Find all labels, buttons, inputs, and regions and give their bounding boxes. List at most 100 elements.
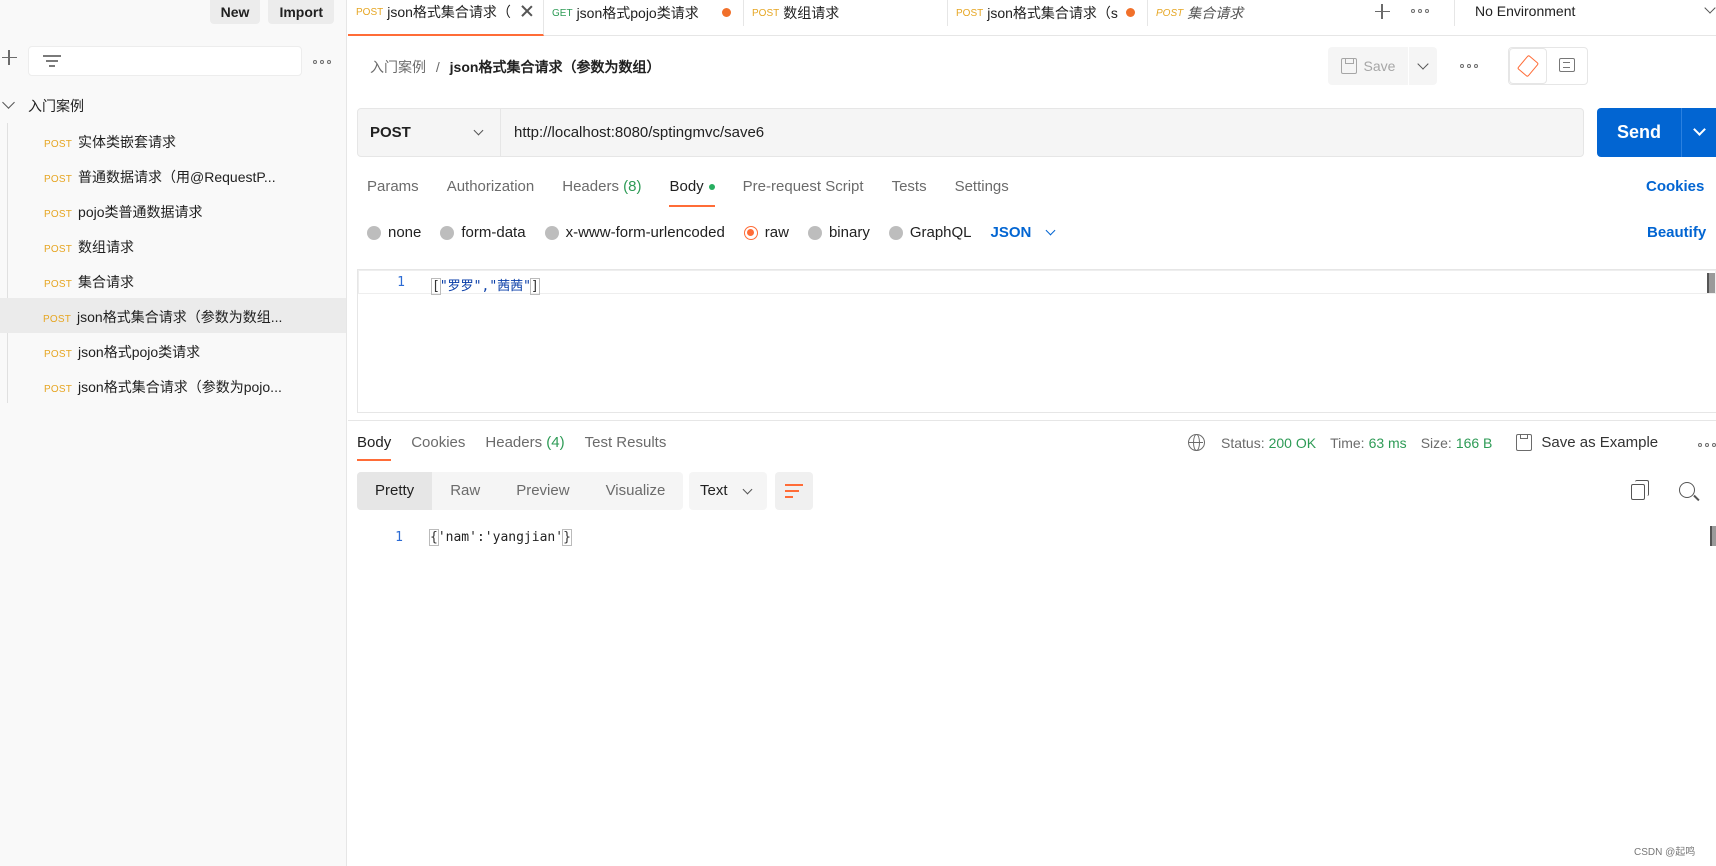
response-more-icon[interactable] [1698, 443, 1716, 447]
tab-settings[interactable]: Settings [955, 178, 1009, 207]
list-item[interactable]: POST 集合请求 [7, 263, 346, 298]
tab-collection-request[interactable]: POST 集合请求 [1148, 0, 1350, 26]
tab-title: json格式集合请求（ [387, 4, 511, 20]
size-value[interactable]: 166 B [1456, 435, 1493, 451]
main-panel: POST json格式集合请求（ GET json格式pojo类请求 POST … [348, 0, 1716, 866]
response-type-select[interactable]: Text [689, 472, 767, 510]
radio-raw[interactable]: raw [743, 224, 789, 241]
line-number: 1 [397, 275, 405, 290]
list-item[interactable]: POST json格式集合请求（参数为pojo... [7, 368, 346, 403]
documentation-icon[interactable] [1559, 58, 1575, 72]
new-button[interactable]: New [209, 0, 261, 24]
response-tab-cookies[interactable]: Cookies [411, 434, 465, 461]
tab-tests[interactable]: Tests [892, 178, 927, 207]
list-item[interactable]: POST 实体类嵌套请求 [7, 123, 346, 158]
body-indicator-dot [708, 184, 715, 191]
radio-urlencoded[interactable]: x-www-form-urlencoded [544, 224, 725, 241]
tab-prerequest-script[interactable]: Pre-request Script [743, 178, 864, 207]
tab-headers[interactable]: Headers (8) [562, 178, 641, 207]
collection-folder[interactable]: 入门案例 [0, 92, 346, 118]
radio-form-data[interactable]: form-data [440, 224, 526, 241]
list-item-active[interactable]: POST json格式集合请求（参数为数组... [0, 298, 346, 333]
editor-scrollbar[interactable] [1707, 273, 1715, 293]
method-select[interactable]: POST [357, 108, 501, 157]
tab-json-collection-active[interactable]: POST json格式集合请求（ [348, 0, 544, 36]
format-raw[interactable]: Raw [432, 472, 498, 510]
add-collection-icon[interactable] [2, 50, 17, 65]
beautify-link[interactable]: Beautify [1647, 224, 1706, 241]
radio-label: raw [764, 224, 789, 241]
list-item[interactable]: POST pojo类普通数据请求 [7, 193, 346, 228]
environment-label: No Environment [1475, 3, 1576, 19]
format-pretty[interactable]: Pretty [357, 472, 433, 510]
tab-method: POST [1156, 7, 1184, 19]
globe-icon[interactable] [1188, 434, 1205, 451]
edit-mode-button[interactable] [1509, 48, 1547, 84]
tab-json-collection-2[interactable]: POST json格式集合请求（s [948, 0, 1148, 26]
tab-body[interactable]: Body [669, 178, 715, 207]
response-scrollbar[interactable] [1710, 526, 1716, 546]
format-preview[interactable]: Preview [498, 472, 587, 510]
cookies-link[interactable]: Cookies [1646, 178, 1704, 195]
breadcrumb-parent[interactable]: 入门案例 [370, 59, 426, 75]
copy-icon[interactable] [1631, 480, 1649, 500]
url-input[interactable]: http://localhost:8080/sptingmvc/save6 [501, 108, 1584, 157]
tab-array-request[interactable]: POST 数组请求 [744, 0, 948, 26]
format-visualize[interactable]: Visualize [588, 472, 684, 510]
tab-headers-label: Headers [562, 178, 619, 195]
chevron-down-icon [742, 484, 753, 495]
close-icon[interactable] [521, 5, 533, 17]
response-text: 'nam':'yangjian' [437, 530, 564, 545]
request-body-editor[interactable]: 1 ["罗罗","茜茜"] [357, 269, 1716, 413]
sidebar-more-icon[interactable] [313, 60, 331, 64]
filter-icon [43, 55, 61, 69]
tab-title: 集合请求 [1187, 5, 1244, 21]
response-tab-test-results[interactable]: Test Results [585, 434, 667, 461]
tab-authorization[interactable]: Authorization [447, 178, 535, 207]
tab-title: json格式集合请求（s [987, 5, 1118, 21]
sidebar-search-input[interactable] [28, 46, 302, 76]
import-button[interactable]: Import [268, 0, 334, 24]
list-item[interactable]: POST json格式pojo类请求 [7, 333, 346, 368]
response-type-value: Text [700, 482, 728, 499]
send-button[interactable]: Send [1597, 108, 1716, 157]
list-item[interactable]: POST 数组请求 [7, 228, 346, 263]
add-tab-icon[interactable] [1375, 4, 1390, 19]
response-tab-headers[interactable]: Headers (4) [485, 434, 564, 461]
tab-body-label: Body [669, 178, 704, 195]
response-meta: Status: 200 OK Time: 63 ms Size: 166 B S… [1188, 434, 1658, 451]
code-line: {'nam':'yangjian'} [429, 529, 572, 546]
search-icon[interactable] [1679, 482, 1695, 498]
radio-binary[interactable]: binary [807, 224, 870, 241]
chevron-down-icon [1704, 2, 1716, 14]
status-value[interactable]: 200 OK [1269, 435, 1316, 451]
send-label: Send [1616, 122, 1661, 142]
request-name: json格式集合请求（参数为pojo... [78, 379, 282, 395]
tab-json-pojo[interactable]: GET json格式pojo类请求 [544, 0, 744, 26]
wrap-lines-button[interactable] [775, 472, 813, 510]
response-tabs: Body Cookies Headers (4) Test Results [357, 434, 686, 461]
save-as-example-button[interactable]: Save as Example [1541, 434, 1658, 451]
tab-params[interactable]: Params [367, 178, 419, 207]
panel-divider[interactable] [348, 420, 1716, 421]
radio-circle [367, 225, 381, 240]
response-tab-body[interactable]: Body [357, 434, 392, 461]
method-badge: POST [44, 384, 73, 395]
tab-method: POST [956, 7, 984, 19]
request-more-icon[interactable] [1460, 64, 1478, 68]
raw-format-select[interactable]: JSON [991, 224, 1056, 241]
tab-title: json格式pojo类请求 [576, 5, 699, 21]
environment-selector[interactable]: No Environment [1454, 0, 1716, 26]
list-item[interactable]: POST 普通数据请求（用@RequestP... [7, 158, 346, 193]
save-button[interactable]: Save [1328, 47, 1408, 85]
time-value[interactable]: 63 ms [1369, 435, 1407, 451]
radio-label: none [388, 224, 422, 241]
send-dropdown-icon[interactable] [1681, 108, 1716, 157]
chevron-down-icon [2, 96, 15, 109]
save-dropdown-button[interactable] [1409, 47, 1437, 85]
response-body[interactable]: 1 {'nam':'yangjian'} [357, 526, 1716, 548]
radio-graphql[interactable]: GraphQL [888, 224, 972, 241]
postman-window: New Import 入门案例 POST 实体类嵌套请求 POST 普通数据请求（用… [0, 0, 1716, 866]
radio-none[interactable]: none [367, 224, 421, 241]
tabs-more-icon[interactable] [1411, 9, 1429, 13]
